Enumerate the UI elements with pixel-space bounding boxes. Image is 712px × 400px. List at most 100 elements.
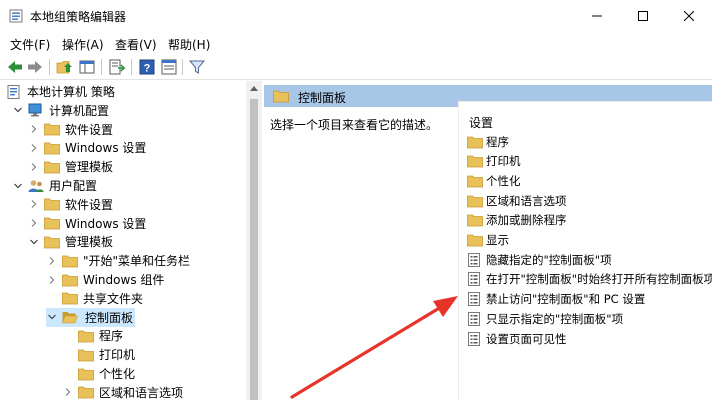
folder-icon bbox=[78, 329, 94, 343]
chevron-right-icon[interactable] bbox=[28, 217, 40, 229]
settings-folder-item[interactable]: 添加或删除程序 bbox=[467, 211, 567, 230]
settings-item-label: 程序 bbox=[486, 134, 509, 149]
folder-icon bbox=[467, 194, 483, 208]
tree-item[interactable]: "开始"菜单和任务栏 bbox=[46, 251, 190, 270]
tree-item[interactable]: 管理模板 bbox=[28, 157, 113, 176]
folder-icon bbox=[78, 385, 94, 399]
tree-item[interactable]: 区域和语言选项 bbox=[62, 383, 183, 400]
settings-folder-item[interactable]: 打印机 bbox=[467, 152, 521, 171]
menu-bar: 文件(F) 操作(A) 查看(V) 帮助(H) bbox=[0, 32, 712, 54]
export-list-icon[interactable] bbox=[108, 58, 126, 76]
settings-item-label: 添加或删除程序 bbox=[486, 213, 567, 228]
menu-help[interactable]: 帮助(H) bbox=[168, 36, 210, 53]
chevron-right-icon[interactable] bbox=[28, 123, 40, 135]
setting-icon bbox=[467, 272, 481, 287]
description-text: 选择一个项目来查看它的描述。 bbox=[270, 118, 439, 132]
tree-item-label: 管理模板 bbox=[65, 235, 114, 250]
chevron-down-icon[interactable] bbox=[28, 236, 40, 248]
policy-icon bbox=[6, 84, 22, 99]
up-folder-icon[interactable] bbox=[56, 58, 74, 76]
tree-item[interactable]: 个性化 bbox=[62, 364, 135, 383]
setting-icon bbox=[467, 252, 481, 267]
title-bar[interactable]: 本地组策略编辑器 bbox=[0, 0, 712, 32]
chevron-right-icon[interactable] bbox=[46, 274, 58, 286]
settings-folder-item[interactable]: 个性化 bbox=[467, 171, 521, 190]
back-arrow-icon[interactable] bbox=[6, 58, 24, 76]
properties-icon[interactable] bbox=[160, 58, 178, 76]
tree-item[interactable]: Windows 组件 bbox=[46, 270, 164, 289]
menu-file[interactable]: 文件(F) bbox=[10, 36, 50, 53]
folder-icon bbox=[467, 233, 483, 247]
help-icon[interactable]: ? bbox=[138, 58, 156, 76]
tree-item-label: 区域和语言选项 bbox=[99, 385, 184, 400]
folder-icon bbox=[467, 174, 483, 188]
scroll-up-arrow-icon[interactable] bbox=[250, 86, 258, 91]
tree-item[interactable]: Windows 设置 bbox=[28, 214, 146, 233]
settings-column-header[interactable]: 设置 bbox=[469, 114, 493, 131]
tree-item-label: 用户配置 bbox=[49, 179, 98, 193]
tree-item[interactable]: 打印机 bbox=[62, 345, 135, 364]
settings-item-label: 只显示指定的"控制面板"项 bbox=[486, 311, 624, 326]
settings-folder-item[interactable]: 区域和语言选项 bbox=[467, 191, 567, 210]
minimize-icon bbox=[592, 15, 602, 17]
settings-policy-item[interactable]: 在打开"控制面板"时始终打开所有控制面板项 bbox=[467, 270, 712, 289]
maximize-button[interactable] bbox=[620, 0, 666, 32]
folder-icon bbox=[44, 160, 60, 174]
tree-scrollbar[interactable] bbox=[246, 81, 262, 400]
tree-item[interactable]: 本地计算机 策略 bbox=[6, 82, 115, 101]
setting-icon bbox=[467, 311, 481, 326]
chevron-right-icon[interactable] bbox=[28, 142, 40, 154]
tree-item-label: 软件设置 bbox=[65, 197, 114, 212]
tree-item[interactable]: 软件设置 bbox=[28, 195, 113, 214]
settings-item-label: 禁止访问"控制面板"和 PC 设置 bbox=[486, 292, 646, 307]
folder-icon bbox=[44, 122, 60, 136]
folder-icon bbox=[78, 367, 94, 381]
tree-item[interactable]: 共享文件夹 bbox=[46, 289, 143, 308]
tree-item[interactable]: 程序 bbox=[62, 326, 123, 345]
chevron-down-icon[interactable] bbox=[12, 104, 24, 116]
toolbar-separator bbox=[131, 59, 132, 75]
chevron-down-icon[interactable] bbox=[46, 311, 58, 323]
tree-item-label: 软件设置 bbox=[65, 122, 114, 137]
chevron-right-icon[interactable] bbox=[28, 161, 40, 173]
settings-folder-item[interactable]: 显示 bbox=[467, 231, 509, 250]
chevron-right-icon[interactable] bbox=[46, 255, 58, 267]
tree-pane[interactable]: 本地计算机 策略 计算机配置 软件设置 Windows 设置 管理模板 用户配置 软件设置 W… bbox=[0, 81, 262, 400]
tree-item-label: 打印机 bbox=[99, 348, 136, 363]
scrollbar-thumb[interactable] bbox=[250, 99, 258, 400]
toolbar: ? bbox=[0, 54, 712, 80]
folder-icon bbox=[62, 254, 78, 268]
tree-item-label: 管理模板 bbox=[65, 160, 114, 175]
folder-icon bbox=[467, 154, 483, 168]
show-hide-tree-icon[interactable] bbox=[78, 58, 96, 76]
maximize-icon bbox=[638, 11, 648, 21]
settings-policy-item[interactable]: 禁止访问"控制面板"和 PC 设置 bbox=[467, 290, 645, 309]
tree-item[interactable]: 控制面板 bbox=[46, 307, 136, 327]
settings-policy-item[interactable]: 设置页面可见性 bbox=[467, 329, 567, 348]
filter-icon[interactable] bbox=[188, 58, 206, 76]
folder-icon bbox=[273, 90, 289, 103]
tree-item[interactable]: 用户配置 bbox=[12, 176, 97, 195]
tree-item-label: Windows 设置 bbox=[65, 141, 147, 156]
settings-list: 设置 程序打印机 个性化 区域和语言选项添加或删除程序显示 隐藏指定的"控制面板"项在… bbox=[458, 101, 712, 400]
tree-item[interactable]: Windows 设置 bbox=[28, 138, 146, 157]
menu-action[interactable]: 操作(A) bbox=[62, 36, 104, 53]
settings-policy-item[interactable]: 隐藏指定的"控制面板"项 bbox=[467, 250, 612, 269]
chevron-down-icon[interactable] bbox=[12, 180, 24, 192]
chevron-right-icon[interactable] bbox=[62, 386, 74, 398]
menu-view[interactable]: 查看(V) bbox=[115, 36, 157, 53]
setting-icon bbox=[467, 292, 481, 307]
tree-item[interactable]: 软件设置 bbox=[28, 120, 113, 139]
close-button[interactable] bbox=[666, 0, 712, 32]
tree-item-label: Windows 设置 bbox=[65, 216, 147, 231]
forward-arrow-icon[interactable] bbox=[26, 58, 44, 76]
tree-item[interactable]: 计算机配置 bbox=[12, 101, 109, 120]
settings-policy-item[interactable]: 只显示指定的"控制面板"项 bbox=[467, 309, 623, 328]
minimize-button[interactable] bbox=[574, 0, 620, 32]
chevron-right-icon[interactable] bbox=[28, 198, 40, 210]
tree-item[interactable]: 管理模板 bbox=[28, 232, 113, 251]
tree-item-label: Windows 组件 bbox=[83, 273, 165, 287]
settings-folder-item[interactable]: 程序 bbox=[467, 132, 509, 151]
